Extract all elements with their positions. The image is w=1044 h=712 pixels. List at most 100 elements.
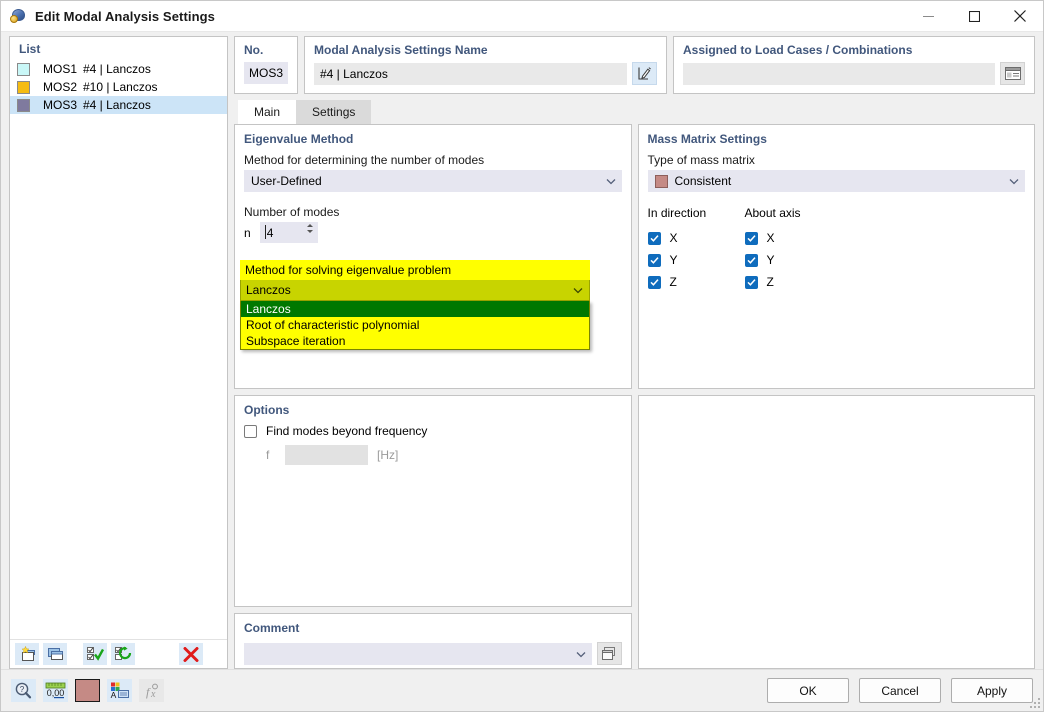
footer-bar: ? 0,00 A f x OK Cancel Apply [1, 669, 1043, 711]
chevron-down-icon [571, 283, 585, 297]
header-row: No. MOS3 Modal Analysis Settings Name #4… [234, 36, 1035, 94]
svg-text:x: x [150, 689, 156, 699]
copy-comment-icon[interactable] [596, 642, 622, 665]
about-axis-y-label: Y [766, 253, 775, 267]
solve-option-root-of-characteristic-polynomial[interactable]: Root of characteristic polynomial [241, 317, 589, 333]
about-axis-z-row[interactable]: Z [744, 271, 842, 293]
color-swatch-button[interactable] [75, 679, 100, 702]
about-axis-y-row[interactable]: Y [744, 249, 842, 271]
ok-button[interactable]: OK [767, 678, 849, 703]
about-axis-column: About axis X Y Z [744, 206, 842, 293]
solve-option-lanczos[interactable]: Lanczos [241, 301, 589, 317]
comment-input[interactable] [244, 642, 592, 665]
list-item-id: MOS3 [43, 98, 78, 112]
right-side: No. MOS3 Modal Analysis Settings Name #4… [234, 36, 1035, 669]
in-direction-y-label: Y [669, 253, 678, 267]
delete-item-button[interactable] [179, 643, 203, 665]
mass-matrix-panel: Mass Matrix Settings Type of mass matrix… [637, 124, 1035, 389]
decimal-places-button[interactable]: 0,00 [43, 679, 68, 702]
about-axis-label: About axis [744, 206, 801, 220]
solve-eigenvalue-option-list: Lanczos Root of characteristic polynomia… [240, 301, 590, 350]
list-header: List [19, 42, 41, 56]
frequency-unit: [Hz] [377, 448, 399, 462]
tab-settings[interactable]: Settings [296, 100, 372, 124]
about-axis-x-label: X [766, 231, 775, 245]
options-panel: Options Find modes beyond frequency f [H… [234, 395, 632, 607]
list-item-name: #10 | Lanczos [83, 80, 158, 94]
svg-text:0,00: 0,00 [47, 688, 65, 698]
list-rows: MOS1 #4 | Lanczos MOS2 #10 | Lanczos MOS… [10, 60, 227, 639]
about-axis-z-label: Z [766, 275, 774, 289]
apply-button[interactable]: Apply [951, 678, 1033, 703]
table-list-icon[interactable] [1000, 62, 1025, 85]
mass-matrix-type-combo[interactable]: Consistent [647, 170, 1025, 192]
new-item-button[interactable] [15, 643, 39, 665]
n-label: n [244, 225, 251, 240]
stepper-arrows-icon[interactable] [306, 224, 313, 233]
about-axis-y-checkbox[interactable] [744, 253, 758, 267]
cancel-button[interactable]: Cancel [859, 678, 941, 703]
about-axis-x-checkbox[interactable] [744, 231, 758, 245]
svg-text:?: ? [20, 685, 25, 694]
maximize-icon[interactable] [951, 1, 997, 31]
solve-eigenvalue-value: Lanczos [246, 283, 291, 297]
window-title: Edit Modal Analysis Settings [35, 8, 216, 24]
number-of-modes-stepper[interactable]: 4 [259, 222, 318, 243]
no-label: No. [244, 43, 264, 57]
in-direction-x-row[interactable]: X [647, 227, 745, 249]
list-panel: List MOS1 #4 | Lanczos MOS2 #10 | Lanczo… [9, 36, 228, 669]
number-of-modes-value: 4 [266, 225, 274, 240]
solve-eigenvalue-combo[interactable]: Lanczos [240, 280, 590, 301]
refresh-selection-button[interactable] [111, 643, 135, 665]
copy-item-button[interactable] [43, 643, 67, 665]
resize-grip[interactable] [1030, 698, 1040, 708]
in-direction-z-checkbox[interactable] [647, 275, 661, 289]
no-value: MOS3 [244, 62, 288, 84]
about-axis-x-row[interactable]: X [744, 227, 842, 249]
in-direction-y-checkbox[interactable] [647, 253, 661, 267]
in-direction-x-checkbox[interactable] [647, 231, 661, 245]
in-direction-column: In direction X Y Z [647, 206, 745, 293]
list-item-name: #4 | Lanczos [83, 62, 151, 76]
about-axis-z-checkbox[interactable] [744, 275, 758, 289]
find-modes-row[interactable]: Find modes beyond frequency [244, 424, 622, 438]
color-swatch [17, 80, 30, 94]
font-color-icon[interactable]: A [107, 679, 132, 702]
select-all-button[interactable] [83, 643, 107, 665]
in-direction-z-row[interactable]: Z [647, 271, 745, 293]
close-icon[interactable] [997, 1, 1043, 31]
assigned-input[interactable] [683, 62, 995, 85]
list-item-id: MOS2 [43, 80, 78, 94]
no-card: No. MOS3 [234, 36, 298, 94]
minimize-icon[interactable] [905, 1, 951, 31]
magnifier-question-icon[interactable]: ? [11, 679, 36, 702]
method-modes-label: Method for determining the number of mod… [244, 153, 485, 167]
list-item-selected[interactable]: MOS3 #4 | Lanczos [10, 96, 227, 114]
frequency-label: f [266, 448, 270, 462]
edit-pencil-icon[interactable] [632, 62, 657, 85]
comment-title: Comment [244, 621, 300, 635]
solve-eigenvalue-label: Method for solving eigenvalue problem [240, 260, 590, 280]
tab-main[interactable]: Main [238, 100, 297, 124]
mass-matrix-type-value: Consistent [674, 174, 732, 188]
chevron-down-icon [1007, 174, 1021, 188]
right-column: Mass Matrix Settings Type of mass matrix… [637, 124, 1035, 669]
in-direction-z-label: Z [669, 275, 677, 289]
color-swatch [17, 98, 30, 112]
in-direction-y-row[interactable]: Y [647, 249, 745, 271]
name-input[interactable]: #4 | Lanczos [314, 62, 627, 85]
right-empty-panel [637, 395, 1035, 669]
method-modes-combo[interactable]: User-Defined [244, 170, 622, 192]
color-swatch [17, 62, 30, 76]
mass-matrix-title: Mass Matrix Settings [647, 132, 767, 146]
frequency-input [285, 445, 368, 465]
list-item[interactable]: MOS2 #10 | Lanczos [10, 78, 227, 96]
list-item[interactable]: MOS1 #4 | Lanczos [10, 60, 227, 78]
fx-formula-icon: f x [139, 679, 164, 702]
method-modes-value: User-Defined [251, 174, 322, 188]
solve-eigenvalue-dropdown: Method for solving eigenvalue problem La… [240, 260, 590, 350]
find-modes-checkbox[interactable] [244, 424, 257, 438]
eigenvalue-method-panel: Eigenvalue Method Method for determining… [234, 124, 632, 389]
solve-option-subspace-iteration[interactable]: Subspace iteration [241, 333, 589, 349]
assigned-card: Assigned to Load Cases / Combinations [673, 36, 1035, 94]
